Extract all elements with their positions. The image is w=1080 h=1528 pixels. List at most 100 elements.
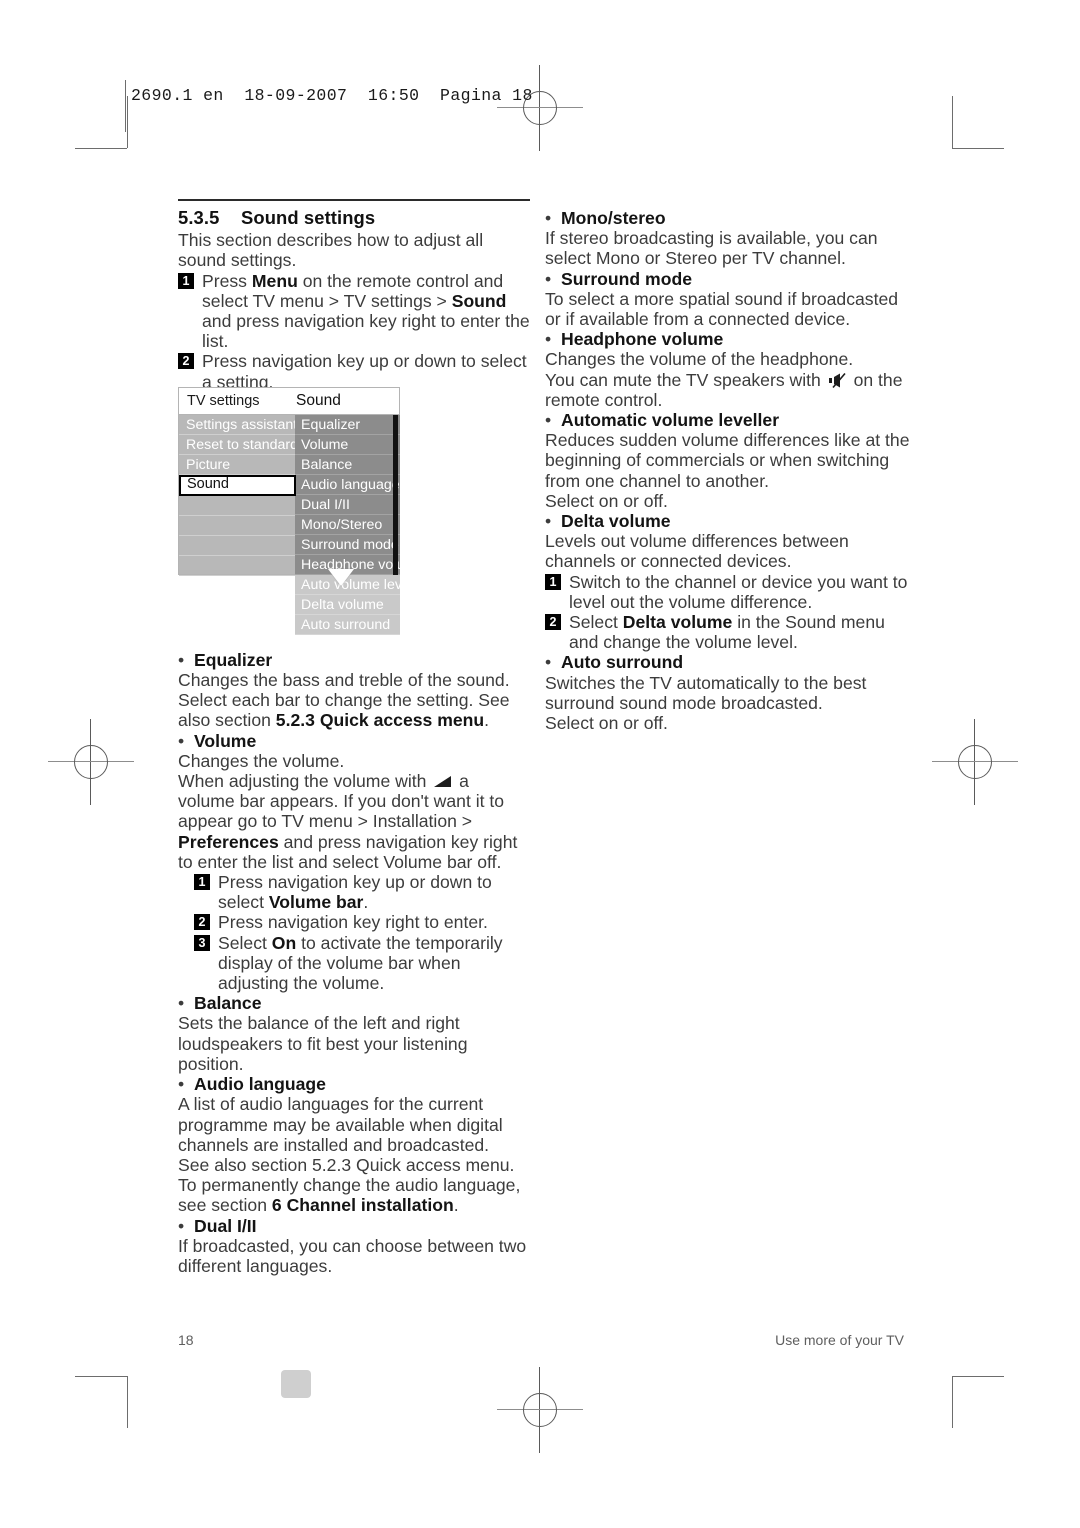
list-item-body: Select on or off.	[545, 713, 668, 734]
list-item: • Balance	[178, 993, 530, 1013]
menu-scrollbar[interactable]	[393, 415, 398, 575]
step-item: 1 Press navigation key up or down to sel…	[194, 872, 530, 912]
list-item: • Delta volume	[545, 511, 913, 531]
bullet-dot: •	[178, 1074, 185, 1095]
step-item: 1 Press Menu on the remote control and s…	[178, 271, 530, 352]
bullet-dot: •	[545, 329, 552, 350]
crop-mark-top-right-v	[952, 96, 953, 148]
menu-header-left: TV settings	[187, 393, 260, 409]
bullet-dot: •	[178, 730, 185, 751]
step-text: Select Delta volume in the Sound menu an…	[569, 612, 885, 653]
step-item: 2 Press navigation key right to enter.	[194, 912, 530, 932]
list-item-title: Surround mode	[561, 268, 692, 289]
menu-left-panel: Settings assistant Reset to standard Pic…	[178, 415, 296, 576]
step-badge: 1	[178, 272, 194, 289]
step-badge: 2	[178, 353, 194, 370]
crop-mark-top-right	[952, 148, 1004, 149]
step-badge: 2	[545, 614, 561, 631]
list-item-title: Automatic volume leveller	[561, 410, 780, 431]
footer-marker-box	[281, 1370, 311, 1398]
list-item-body: Changes the bass and treble of the sound…	[178, 670, 510, 731]
menu-left-item-empty	[179, 516, 296, 536]
list-item-body: You can mute the TV speakers with on the…	[545, 369, 903, 410]
section-intro: This section describes how to adjust all…	[178, 230, 484, 271]
step-text: Press Menu on the remote control and sel…	[202, 270, 530, 352]
menu-right-item-mono-stereo[interactable]: Mono/Stereo	[295, 515, 400, 535]
list-item-title: Mono/stereo	[561, 208, 666, 228]
menu-left-item-empty	[179, 496, 296, 516]
bullet-dot: •	[178, 649, 185, 670]
list-item-title: Auto surround	[561, 652, 684, 673]
menu-left-item-empty	[179, 536, 296, 556]
list-item-body: See also section 5.2.3 Quick access menu…	[178, 1154, 515, 1175]
chevron-down-icon	[328, 569, 354, 586]
page-number: 18	[178, 1332, 194, 1348]
step-badge: 3	[194, 934, 210, 951]
volume-triangle-icon	[433, 772, 452, 788]
tv-settings-sound-menu: TV settings Sound Settings assistant Res…	[178, 387, 400, 635]
menu-right-item-surround-mode[interactable]: Surround mode	[295, 535, 400, 555]
list-item-title: Balance	[194, 993, 262, 1014]
registration-mark-right	[932, 719, 1018, 805]
step-item: 1 Switch to the channel or device you wa…	[545, 572, 913, 612]
step-text: Press navigation key right to enter.	[218, 912, 488, 933]
list-item-title: Headphone volume	[561, 329, 724, 350]
crop-mark-top-left	[75, 148, 127, 149]
list-item-title: Delta volume	[561, 511, 671, 532]
menu-right-item-audio-language[interactable]: Audio language	[295, 475, 400, 495]
bullet-dot: •	[545, 410, 552, 431]
list-item-body: When adjusting the volume with a volume …	[178, 771, 518, 872]
list-item-title: Volume	[194, 730, 257, 751]
menu-right-item-auto-surround[interactable]: Auto surround	[295, 615, 400, 635]
menu-right-item-equalizer[interactable]: Equalizer	[295, 415, 400, 435]
menu-right-item-delta-volume[interactable]: Delta volume	[295, 595, 400, 615]
menu-right-item-volume[interactable]: Volume	[295, 435, 400, 455]
menu-left-item-picture[interactable]: Picture	[179, 455, 296, 475]
list-item-body: Sets the balance of the left and right l…	[178, 1013, 468, 1074]
list-item-body: Select on or off.	[545, 490, 668, 511]
step-item: 2 Select Delta volume in the Sound menu …	[545, 612, 913, 652]
step-text: Select On to activate the temporarily di…	[218, 932, 503, 994]
step-badge: 1	[194, 874, 210, 891]
list-item: • Audio language	[178, 1074, 530, 1094]
slug-divider	[125, 80, 126, 132]
step-badge: 1	[545, 573, 561, 590]
bullet-dot: •	[545, 511, 552, 532]
bullet-dot: •	[545, 208, 552, 228]
running-head: Use more of your TV	[775, 1332, 904, 1348]
bullet-dot: •	[545, 652, 552, 673]
list-item-body: Levels out volume differences between ch…	[545, 531, 849, 572]
crop-mark-bottom-right	[952, 1376, 1004, 1377]
list-item: • Dual I/II	[178, 1216, 530, 1236]
menu-left-item-sound[interactable]: Sound	[179, 475, 296, 496]
left-column: 5.3.5 Sound settings This section describ…	[178, 198, 530, 1276]
crop-mark-bottom-left-v	[127, 1376, 128, 1428]
list-item-body: To select a more spatial sound if broadc…	[545, 288, 899, 330]
menu-left-item-reset-to-standard[interactable]: Reset to standard	[179, 435, 296, 455]
list-item-body: Changes the volume.	[178, 750, 345, 771]
menu-right-item-dual-i-ii[interactable]: Dual I/II	[295, 495, 400, 515]
list-item: • Auto surround	[545, 652, 913, 672]
list-item-body: If stereo broadcasting is available, you…	[545, 228, 878, 269]
menu-right-panel: Equalizer Volume Balance Audio language …	[295, 415, 400, 575]
crop-mark-top-left-v	[127, 96, 128, 148]
list-item-title: Equalizer	[194, 649, 273, 670]
step-text: Switch to the channel or device you want…	[569, 571, 908, 612]
list-item-body: Changes the volume of the headphone.	[545, 349, 854, 370]
list-item-body: If broadcasted, you can choose between t…	[178, 1235, 527, 1276]
list-item-title: Audio language	[194, 1074, 326, 1095]
page-title: 5.3.5 Sound settings	[178, 207, 530, 228]
bullet-dot: •	[545, 268, 552, 289]
bullet-dot: •	[178, 1215, 185, 1236]
list-item-title: Dual I/II	[194, 1215, 257, 1236]
menu-left-item-settings-assistant[interactable]: Settings assistant	[179, 415, 296, 435]
bullet-dot: •	[178, 993, 185, 1014]
list-item: • Equalizer	[178, 650, 530, 670]
list-item: • Volume	[178, 731, 530, 751]
section-number: 5.3.5	[178, 207, 220, 228]
menu-left-item-empty	[179, 556, 296, 576]
menu-right-item-balance[interactable]: Balance	[295, 455, 400, 475]
list-item: • Surround mode	[545, 269, 913, 289]
registration-mark-bottom	[497, 1367, 583, 1453]
menu-header-right: Sound	[296, 392, 341, 409]
